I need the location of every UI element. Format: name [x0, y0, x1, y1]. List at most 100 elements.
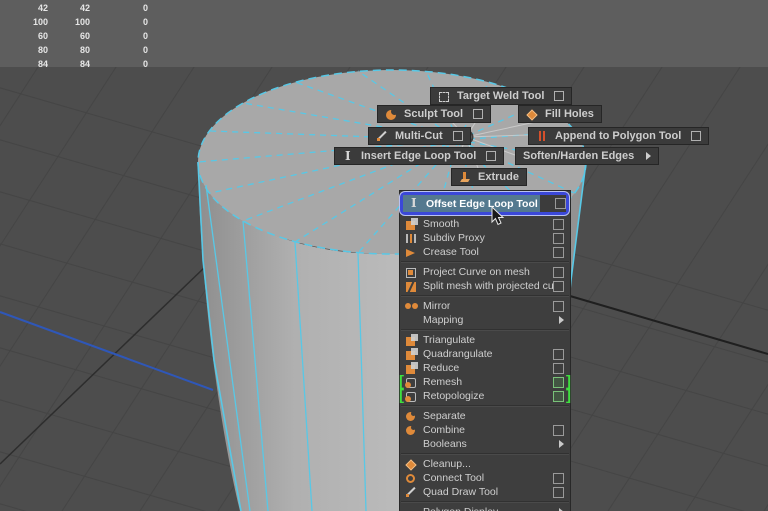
- marking-menu-item-target-weld-tool[interactable]: Target Weld Tool: [430, 87, 573, 105]
- menu-item-split-mesh-with-projected-curve[interactable]: Split mesh with projected curve: [400, 279, 570, 293]
- option-box-checkbox[interactable]: [553, 472, 564, 484]
- menu-item-triangulate[interactable]: Triangulate: [400, 333, 570, 347]
- marking-menu-item-label: Target Weld Tool: [457, 90, 545, 102]
- menu-item-polygon-display[interactable]: Polygon Display: [400, 505, 570, 511]
- context-menu: Offset Edge Loop Tool Smooth Subdiv Proxy C…: [399, 190, 571, 511]
- menu-item-label: Remesh: [423, 376, 463, 388]
- diamond-icon: [526, 108, 539, 121]
- split-icon: [405, 280, 418, 293]
- menu-item-offset-edge-loop-tool[interactable]: Offset Edge Loop Tool: [403, 195, 566, 212]
- option-box-checkbox[interactable]: [553, 218, 564, 230]
- menu-item-cleanup[interactable]: Cleanup...: [400, 457, 570, 471]
- menu-item-label: Triangulate: [423, 334, 476, 346]
- highlighted-menu-item[interactable]: Offset Edge Loop Tool: [400, 192, 569, 215]
- diamond-icon: [405, 458, 418, 471]
- option-box-checkbox[interactable]: [473, 109, 484, 119]
- option-box-cell: [540, 195, 566, 212]
- option-box-checkbox[interactable]: [691, 131, 702, 141]
- viewport-scene[interactable]: [0, 0, 768, 511]
- option-box-checkbox[interactable]: [553, 246, 564, 258]
- menu-item-label: Booleans: [423, 438, 467, 450]
- cube-icon: [405, 217, 418, 231]
- marking-menu-item-extrude[interactable]: Extrude: [451, 168, 527, 186]
- stats-value: 60: [37, 31, 48, 41]
- maya-viewport[interactable]: 42 42 0 100 100 0 60 60 0 80 80 0 84 84 0 Target Weld …: [0, 0, 768, 511]
- menu-item-label: Smooth: [423, 218, 460, 230]
- menu-item-reduce[interactable]: Reduce: [400, 361, 570, 375]
- menu-item-mapping[interactable]: Mapping: [400, 313, 570, 327]
- stats-value: 84: [79, 59, 90, 69]
- stats-value: 100: [32, 17, 48, 27]
- option-box-checkbox[interactable]: [553, 424, 564, 436]
- menu-item-retopologize[interactable]: Retopologize []: [399, 388, 571, 403]
- ibeam-icon: [342, 149, 355, 163]
- cube-icon: [405, 333, 418, 347]
- stats-value: 60: [79, 31, 90, 41]
- menu-item-booleans[interactable]: Booleans: [400, 437, 570, 451]
- menu-item-smooth[interactable]: Smooth: [400, 217, 570, 231]
- marking-menu-item-soften-harden-edges[interactable]: Soften/Harden Edges: [515, 147, 660, 165]
- wedge-icon: [405, 246, 418, 259]
- option-box-checkbox[interactable]: [553, 232, 564, 244]
- menu-item-label: Mapping: [423, 314, 464, 326]
- menu-item-label: Reduce: [423, 362, 460, 374]
- marking-menu-item-sculpt-tool[interactable]: Sculpt Tool: [377, 105, 492, 123]
- option-box-checkbox[interactable]: [553, 376, 564, 388]
- option-box-checkbox[interactable]: [554, 91, 565, 101]
- menu-item-label: Project Curve on mesh: [423, 266, 530, 278]
- blob-icon: [405, 410, 418, 423]
- submenu-arrow-icon: [559, 440, 564, 448]
- project-icon: [405, 266, 418, 279]
- bars-icon: [536, 130, 549, 143]
- marking-menu-item-label: Sculpt Tool: [404, 108, 464, 120]
- dots-icon: [405, 300, 418, 313]
- extrude-icon: [459, 171, 472, 184]
- marking-menu-item-append-to-polygon-tool[interactable]: Append to Polygon Tool: [528, 127, 710, 145]
- menu-item-separate[interactable]: Separate: [400, 409, 570, 423]
- menu-item-label: Retopologize: [423, 390, 485, 402]
- menu-item-combine[interactable]: Combine: [400, 423, 570, 437]
- menu-item-label: Crease Tool: [423, 246, 479, 258]
- stats-value: 80: [79, 45, 90, 55]
- menu-item-label: Polygon Display: [423, 506, 498, 511]
- sculpt-icon: [385, 107, 398, 121]
- pen-icon: [405, 486, 418, 499]
- marking-menu-item-fill-holes[interactable]: Fill Holes: [518, 105, 602, 123]
- marking-menu-item-multi-cut[interactable]: Multi-Cut: [368, 127, 471, 145]
- option-box-checkbox[interactable]: [452, 131, 463, 141]
- option-box-checkbox[interactable]: [553, 348, 564, 360]
- option-box-checkbox[interactable]: [553, 300, 564, 312]
- menu-item-remesh[interactable]: Remesh[]: [399, 374, 571, 389]
- menu-item-project-curve-on-mesh[interactable]: Project Curve on mesh: [400, 265, 570, 279]
- stats-value: 100: [74, 17, 90, 27]
- option-box-checkbox[interactable]: [553, 266, 564, 278]
- mouse-cursor: [491, 206, 505, 226]
- menu-item-quadrangulate[interactable]: Quadrangulate: [400, 347, 570, 361]
- option-box-checkbox[interactable]: [486, 151, 497, 161]
- option-box-checkbox[interactable]: [553, 280, 564, 292]
- marking-menu-item-insert-edge-loop-tool[interactable]: Insert Edge Loop Tool: [334, 147, 505, 165]
- menu-item-mirror[interactable]: Mirror: [400, 299, 570, 313]
- menu-item-connect-tool[interactable]: Connect Tool: [400, 471, 570, 485]
- menu-item-quad-draw-tool[interactable]: Quad Draw Tool: [400, 485, 570, 499]
- menu-item-subdiv-proxy[interactable]: Subdiv Proxy: [400, 231, 570, 245]
- option-box-checkbox[interactable]: [553, 486, 564, 498]
- stats-value: 0: [142, 59, 148, 69]
- remesh-icon: [405, 376, 418, 389]
- stats-value: 80: [37, 45, 48, 55]
- menu-item-label: Separate: [423, 410, 466, 422]
- submenu-arrow-icon: [559, 316, 564, 324]
- option-box-checkbox[interactable]: [553, 390, 564, 402]
- remesh-icon: [405, 390, 418, 403]
- cube-icon: [405, 361, 418, 375]
- stats-value: 0: [142, 45, 148, 55]
- menu-item-label: Cleanup...: [423, 458, 471, 470]
- menu-item-crease-tool[interactable]: Crease Tool: [400, 245, 570, 259]
- option-box-checkbox[interactable]: [555, 198, 566, 209]
- subdiv-icon: [405, 232, 418, 245]
- pen-icon: [376, 130, 389, 143]
- menu-item-label: Combine: [423, 424, 466, 436]
- option-box-checkbox[interactable]: [553, 362, 564, 374]
- stats-table: 42 42 0 100 100 0 60 60 0 80 80 0 84 84 0: [0, 1, 160, 71]
- stats-value: 42: [37, 3, 48, 13]
